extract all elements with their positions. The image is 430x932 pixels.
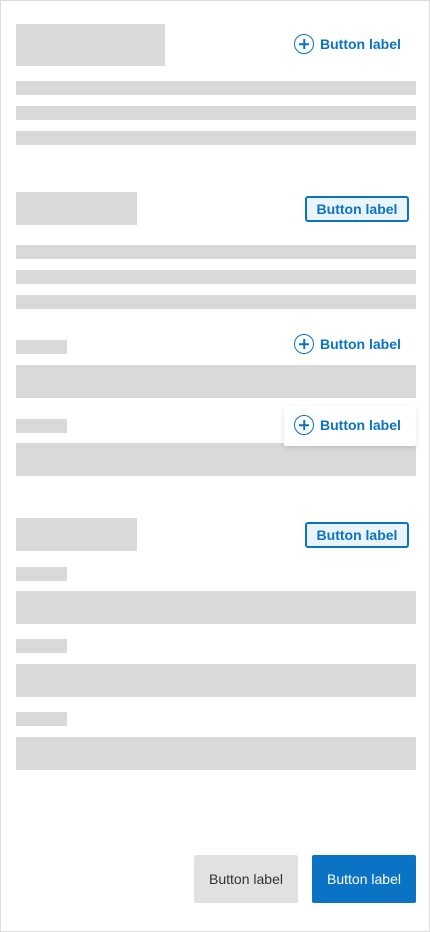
primary-button-label: Button label: [327, 871, 401, 887]
section-1-add-label: Button label: [320, 36, 401, 52]
field-2-add-button[interactable]: Button label: [294, 415, 401, 435]
secondary-button[interactable]: Button label: [194, 855, 298, 903]
field-1-input-placeholder[interactable]: [16, 365, 416, 398]
field-1-add-label: Button label: [320, 336, 401, 352]
text-line-placeholder: [16, 245, 416, 259]
text-line-placeholder: [16, 295, 416, 309]
field-5-input-placeholder[interactable]: [16, 737, 416, 770]
text-line-placeholder: [16, 81, 416, 95]
plus-circle-icon: [294, 415, 314, 435]
field-3-input-placeholder[interactable]: [16, 591, 416, 624]
primary-button[interactable]: Button label: [312, 855, 416, 903]
plus-circle-icon: [294, 334, 314, 354]
section-2-header-button[interactable]: Button label: [305, 196, 409, 222]
field-1-add-button[interactable]: Button label: [294, 334, 401, 354]
section-3-header-button-label: Button label: [316, 527, 398, 543]
section-1-title-placeholder: [16, 24, 165, 66]
field-4-label-placeholder: [16, 639, 67, 653]
field-2-label-placeholder: [16, 419, 67, 433]
secondary-button-label: Button label: [209, 871, 283, 887]
section-3-header-button[interactable]: Button label: [305, 522, 409, 548]
section-2-header-button-label: Button label: [316, 201, 398, 217]
field-3-label-placeholder: [16, 567, 67, 581]
section-3-title-placeholder: [16, 518, 137, 551]
text-line-placeholder: [16, 106, 416, 120]
field-4-input-placeholder[interactable]: [16, 664, 416, 697]
section-2-title-placeholder: [16, 192, 137, 225]
field-2-add-label: Button label: [320, 417, 401, 433]
field-1-label-placeholder: [16, 340, 67, 354]
field-2-input-placeholder[interactable]: [16, 443, 416, 476]
text-line-placeholder: [16, 270, 416, 284]
section-1-add-button[interactable]: Button label: [294, 34, 401, 54]
text-line-placeholder: [16, 131, 416, 145]
field-5-label-placeholder: [16, 712, 67, 726]
app-frame: Button label Button label Button label B…: [0, 0, 430, 932]
plus-circle-icon: [294, 34, 314, 54]
